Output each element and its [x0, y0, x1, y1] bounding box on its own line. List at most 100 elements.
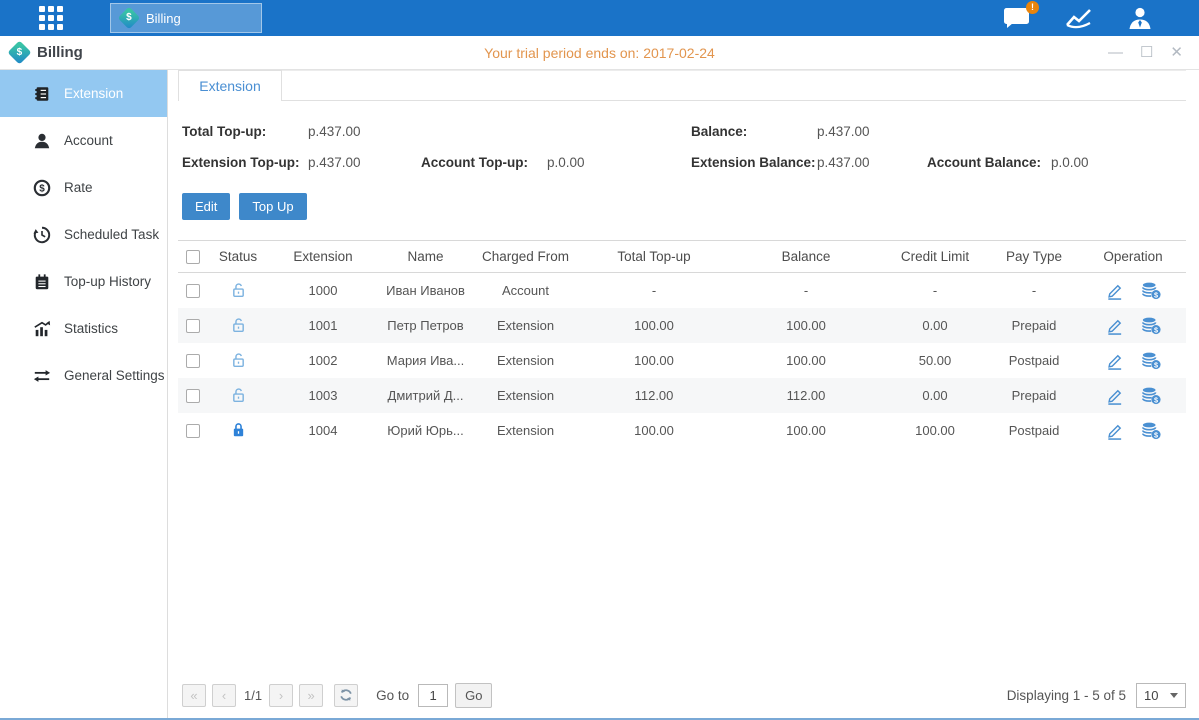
account-balance-label: Account Balance:: [927, 152, 1051, 174]
top-up-row-icon[interactable]: $: [1141, 421, 1161, 440]
notification-badge: !: [1026, 1, 1039, 14]
sidebar-item-label: Statistics: [64, 321, 118, 336]
top-up-row-icon[interactable]: $: [1141, 281, 1161, 300]
credit-limit-cell: 0.00: [882, 318, 988, 333]
top-up-row-icon[interactable]: $: [1141, 386, 1161, 405]
table-row[interactable]: 1001 Петр Петров Extension 100.00 100.00…: [178, 308, 1186, 343]
balance-value: p.437.00: [817, 121, 870, 143]
sidebar-item-topup-history[interactable]: Top-up History: [0, 258, 167, 305]
minimize-button[interactable]: —: [1108, 45, 1123, 60]
sidebar-item-statistics[interactable]: Statistics: [0, 305, 167, 352]
total-topup-cell: 100.00: [578, 423, 730, 438]
table-row[interactable]: 1000 Иван Иванов Account - - - - $: [178, 273, 1186, 308]
header-credit-limit: Credit Limit: [882, 249, 988, 264]
taskbar-item-billing[interactable]: $ Billing: [110, 3, 262, 33]
top-up-button[interactable]: Top Up: [239, 193, 306, 220]
balance-field: Balance: p.437.00: [691, 121, 1186, 143]
page-size-value: 10: [1144, 688, 1158, 703]
total-topup-cell: 112.00: [578, 388, 730, 403]
extension-cell: 1002: [268, 353, 378, 368]
row-checkbox[interactable]: [186, 424, 200, 438]
maximize-button[interactable]: ☐: [1140, 45, 1153, 60]
app-launcher-icon[interactable]: [34, 5, 68, 31]
prev-page-button[interactable]: ‹: [212, 684, 236, 707]
extensions-table: Status Extension Name Charged From Total…: [178, 240, 1186, 448]
header-operation: Operation: [1080, 249, 1186, 264]
pay-type-cell: Postpaid: [988, 353, 1080, 368]
pay-type-cell: Prepaid: [988, 318, 1080, 333]
svg-text:$: $: [1154, 360, 1158, 369]
charged-from-cell: Extension: [473, 388, 578, 403]
sidebar-item-rate[interactable]: $ Rate: [0, 164, 167, 211]
sidebar-item-account[interactable]: Account: [0, 117, 167, 164]
goto-page-input[interactable]: [418, 684, 448, 707]
select-all-checkbox[interactable]: [186, 250, 200, 264]
goto-label: Go to: [376, 688, 409, 703]
extension-balance-label: Extension Balance:: [691, 152, 817, 174]
tab-strip: Extension: [178, 70, 1186, 101]
edit-row-icon[interactable]: [1105, 281, 1124, 300]
last-page-button[interactable]: »: [299, 684, 323, 707]
tab-strip-filler: [282, 70, 1186, 101]
charged-from-cell: Extension: [473, 423, 578, 438]
sidebar-item-scheduled-task[interactable]: Scheduled Task: [0, 211, 167, 258]
billing-summary: Total Top-up: p.437.00 Balance: p.437.00…: [178, 121, 1186, 174]
row-checkbox[interactable]: [186, 284, 200, 298]
pagination-bar: « ‹ 1/1 › » Go to Go Displaying 1 - 5 of…: [178, 672, 1186, 718]
name-cell: Мария Ива...: [378, 353, 473, 368]
extension-balance-value: p.437.00: [817, 152, 870, 174]
table-row[interactable]: 1003 Дмитрий Д... Extension 112.00 112.0…: [178, 378, 1186, 413]
row-checkbox[interactable]: [186, 354, 200, 368]
svg-text:$: $: [39, 183, 45, 194]
refresh-button[interactable]: [334, 684, 358, 707]
header-name: Name: [378, 249, 473, 264]
edit-row-icon[interactable]: [1105, 316, 1124, 335]
go-button[interactable]: Go: [455, 683, 492, 708]
total-topup-cell: -: [578, 283, 730, 298]
total-topup-label: Total Top-up:: [182, 121, 308, 143]
system-topbar: $ Billing !: [0, 0, 1199, 36]
table-row[interactable]: 1004 Юрий Юрь... Extension 100.00 100.00…: [178, 413, 1186, 448]
balance-cell: 100.00: [730, 423, 882, 438]
sliders-icon: [33, 367, 51, 385]
edit-row-icon[interactable]: [1105, 421, 1124, 440]
sidebar-item-label: Top-up History: [64, 274, 151, 289]
unlocked-icon: [230, 316, 247, 333]
header-charged-from: Charged From: [473, 249, 578, 264]
header-pay-type: Pay Type: [988, 249, 1080, 264]
balance-cell: -: [730, 283, 882, 298]
table-header-row: Status Extension Name Charged From Total…: [178, 240, 1186, 273]
table-row[interactable]: 1002 Мария Ива... Extension 100.00 100.0…: [178, 343, 1186, 378]
edit-row-icon[interactable]: [1105, 386, 1124, 405]
messages-icon[interactable]: !: [1003, 7, 1031, 29]
locked-icon: [230, 421, 247, 438]
user-account-icon[interactable]: [1127, 6, 1153, 30]
page-size-select[interactable]: 10: [1136, 683, 1186, 708]
row-checkbox[interactable]: [186, 389, 200, 403]
edit-row-icon[interactable]: [1105, 351, 1124, 370]
row-checkbox[interactable]: [186, 319, 200, 333]
top-up-row-icon[interactable]: $: [1141, 351, 1161, 370]
person-icon: [33, 132, 51, 150]
extension-balance-field: Extension Balance: p.437.00: [691, 152, 927, 174]
tab-extension[interactable]: Extension: [178, 70, 282, 101]
balance-cell: 100.00: [730, 318, 882, 333]
header-status: Status: [208, 249, 268, 264]
svg-text:$: $: [1154, 325, 1158, 334]
first-page-button[interactable]: «: [182, 684, 206, 707]
top-up-row-icon[interactable]: $: [1141, 316, 1161, 335]
next-page-button[interactable]: ›: [269, 684, 293, 707]
chevron-down-icon: [1170, 693, 1178, 698]
reports-chart-icon[interactable]: [1065, 7, 1093, 29]
billing-app-icon: $: [7, 40, 31, 64]
sidebar-item-extension[interactable]: Extension: [0, 70, 167, 117]
name-cell: Иван Иванов: [378, 283, 473, 298]
extension-topup-label: Extension Top-up:: [182, 152, 308, 174]
header-total-topup: Total Top-up: [578, 249, 730, 264]
edit-button[interactable]: Edit: [182, 193, 230, 220]
displaying-text: Displaying 1 - 5 of 5: [1007, 688, 1126, 703]
close-button[interactable]: ✕: [1170, 45, 1183, 60]
sidebar-item-general-settings[interactable]: General Settings: [0, 352, 167, 399]
total-topup-field: Total Top-up: p.437.00: [182, 121, 691, 143]
balance-cell: 112.00: [730, 388, 882, 403]
